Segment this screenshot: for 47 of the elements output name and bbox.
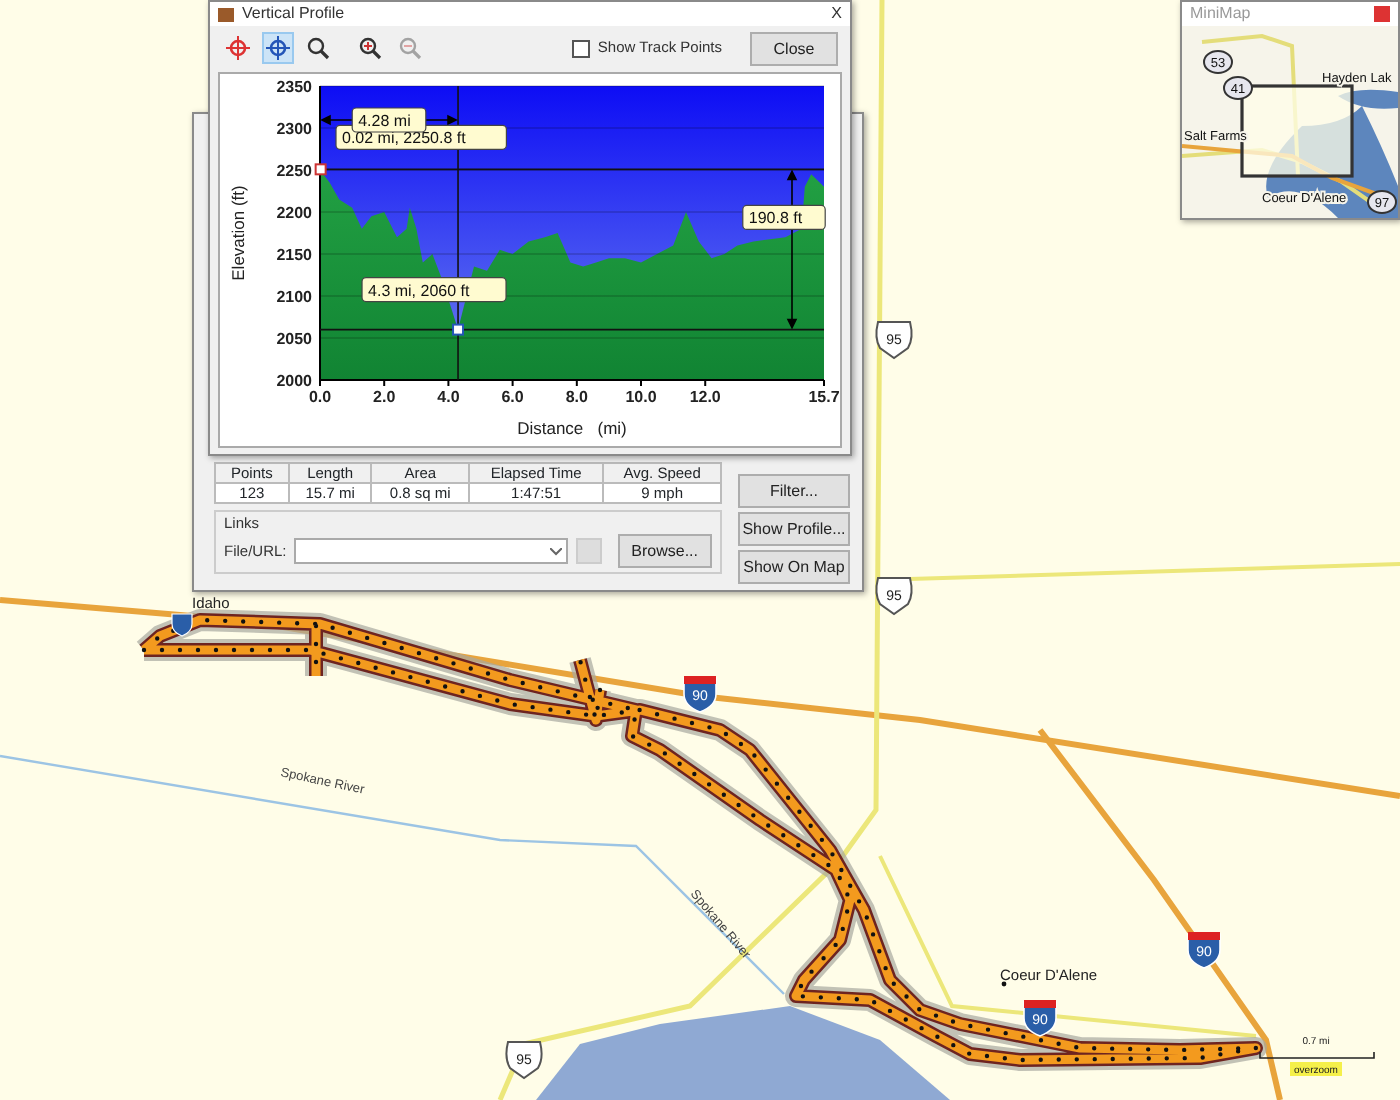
interstate-shield-icon (171, 613, 193, 637)
y-tick-label: 2050 (276, 330, 312, 348)
browse-button[interactable]: Browse... (617, 534, 712, 569)
annotation: 0.02 mi, 2250.8 ft (342, 129, 468, 148)
point-marker-icon (452, 323, 465, 336)
url-field[interactable] (294, 538, 569, 565)
close-button[interactable]: Close (750, 31, 838, 65)
target-tool[interactable] (222, 32, 254, 64)
x-tick-label: 10.0 (625, 388, 657, 406)
callout-label: 4.28 mi (351, 107, 427, 133)
callout-label: 190.8 ft (742, 204, 826, 230)
scale-bar (1259, 1051, 1375, 1059)
zoom-region-tool[interactable] (302, 32, 334, 64)
y-tick-label: 2250 (276, 162, 312, 180)
distance-measure-arrow (321, 114, 457, 125)
x-axis-title: Distance (mi) (517, 418, 627, 438)
y-tick-label: 2300 (276, 120, 312, 138)
window-icon (218, 7, 234, 21)
city-dot-icon (1001, 981, 1007, 987)
y-tick-label: 2100 (276, 288, 312, 306)
x-tick-label: 2.0 (373, 388, 396, 406)
y-tick-label: 2350 (276, 78, 312, 96)
close-icon[interactable]: X (831, 2, 842, 26)
y-tick-label: 2000 (276, 372, 312, 390)
point-marker-icon (314, 163, 327, 176)
y-tick-label: 2150 (276, 246, 312, 264)
x-tick-label: 4.0 (437, 388, 460, 406)
action-button[interactable]: Show Profile... (738, 512, 850, 546)
action-button[interactable]: Filter... (738, 474, 850, 508)
x-tick-label: 8.0 (565, 388, 588, 406)
action-button[interactable]: Show On Map (738, 550, 850, 584)
x-tick-label: 15.7 (808, 388, 840, 406)
y-tick-label: 2200 (276, 204, 312, 222)
x-tick-label: 6.0 (501, 388, 524, 406)
caret-icon (550, 547, 563, 555)
x-tick-label: 12.0 (689, 388, 721, 406)
zoom-in-tool[interactable] (354, 32, 386, 64)
annotation: 190.8 ft (748, 209, 804, 228)
window-title: Vertical Profile (242, 2, 345, 26)
annotation: 4.28 mi (358, 112, 412, 130)
y-axis-title: Elevation (ft) (228, 185, 248, 281)
annotation: 4.3 mi, 2060 ft (368, 281, 471, 300)
minimap-title: MiniMap (1190, 2, 1251, 26)
show-track-points-checkbox[interactable] (571, 39, 590, 57)
callout-label: 4.3 mi, 2060 ft (361, 277, 507, 303)
x-tick-label: 0.0 (308, 388, 332, 406)
crosshair-tool[interactable] (262, 32, 294, 64)
